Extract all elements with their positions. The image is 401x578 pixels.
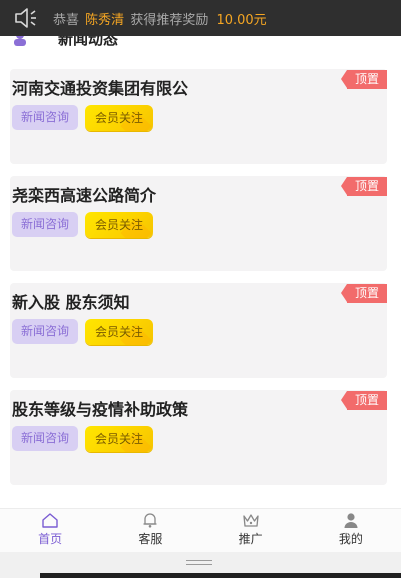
tab-promote[interactable]: 推广: [201, 509, 301, 552]
pinned-tag: 顶置: [341, 70, 387, 89]
news-card[interactable]: 河南交通投资集团有限公 顶置 新闻咨询 会员关注: [10, 69, 387, 164]
home-indicator-strip: [0, 552, 401, 578]
news-card-title: 尧栾西高速公路简介: [12, 186, 157, 205]
member-follow-label: 会员关注: [94, 325, 143, 339]
tab-service-label: 客服: [138, 532, 163, 546]
tab-promote-label: 推广: [238, 532, 263, 546]
notice-middle: 获得推荐奖励: [130, 12, 209, 28]
news-category-button[interactable]: 新闻咨询: [12, 319, 78, 344]
speaker-icon: [13, 6, 39, 30]
tab-home-label: 首页: [38, 532, 63, 546]
news-card-title: 股东等级与疫情补助政策: [12, 400, 189, 419]
news-card[interactable]: 新入股 股东须知 顶置 新闻咨询 会员关注: [10, 283, 387, 378]
notice-prefix: 恭喜: [53, 12, 80, 28]
news-category-button[interactable]: 新闻咨询: [12, 426, 78, 451]
tab-mine-label: 我的: [338, 532, 363, 546]
bottom-edge: [40, 573, 401, 578]
member-follow-label: 会员关注: [94, 218, 143, 232]
member-follow-button[interactable]: 会员关注: [85, 426, 153, 452]
user-icon: [342, 512, 360, 528]
member-follow-button[interactable]: 会员关注: [85, 319, 153, 345]
tab-service[interactable]: 客服: [100, 509, 200, 552]
notice-amount: 10.00元: [216, 12, 267, 28]
pinned-tag: 顶置: [341, 177, 387, 196]
news-card[interactable]: 股东等级与疫情补助政策 顶置 新闻咨询 会员关注: [10, 390, 387, 485]
bottom-tabbar: 首页 客服 推广 我的: [0, 508, 401, 552]
crown-icon: [242, 512, 260, 528]
member-follow-button[interactable]: 会员关注: [85, 105, 153, 131]
member-follow-button[interactable]: 会员关注: [85, 212, 153, 238]
news-card-title: 河南交通投资集团有限公: [12, 79, 189, 98]
home-indicator[interactable]: [186, 560, 212, 565]
notice-winner-name: 陈秀清: [85, 12, 125, 28]
member-follow-label: 会员关注: [94, 432, 143, 446]
member-follow-label: 会员关注: [94, 111, 143, 125]
bell-icon: [141, 512, 159, 528]
news-list: 河南交通投资集团有限公 顶置 新闻咨询 会员关注 尧栾西高速公路简介 顶置 新闻…: [10, 69, 387, 497]
news-card-title: 新入股 股东须知: [12, 293, 130, 312]
notice-text: 恭喜 陈秀清 获得推荐奖励 10.00元: [53, 9, 267, 28]
news-category-button[interactable]: 新闻咨询: [12, 212, 78, 237]
home-icon: [41, 512, 59, 528]
pinned-tag: 顶置: [341, 391, 387, 410]
news-card[interactable]: 尧栾西高速公路简介 顶置 新闻咨询 会员关注: [10, 176, 387, 271]
tab-mine[interactable]: 我的: [301, 509, 401, 552]
tab-home[interactable]: 首页: [0, 509, 100, 552]
notice-bar: 恭喜 陈秀清 获得推荐奖励 10.00元: [0, 0, 401, 36]
pinned-tag: 顶置: [341, 284, 387, 303]
news-category-button[interactable]: 新闻咨询: [12, 105, 78, 130]
